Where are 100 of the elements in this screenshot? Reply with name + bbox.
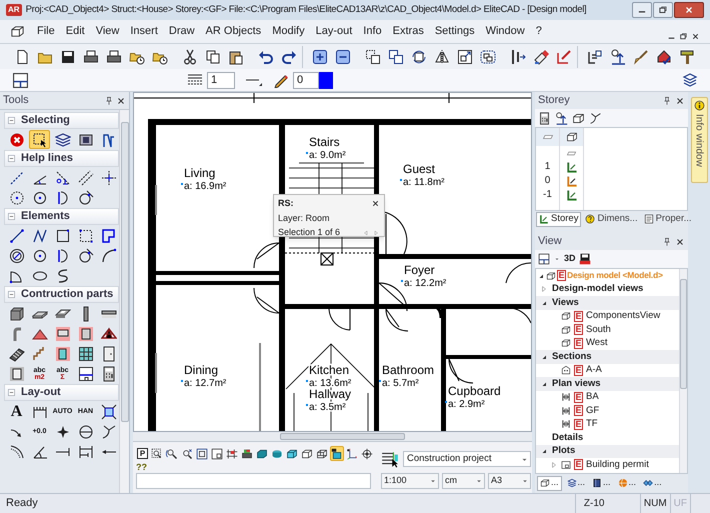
concentric-circles-icon[interactable]	[8, 248, 24, 264]
color-printer-icon[interactable]	[241, 448, 253, 460]
menu-item[interactable]: Edit	[60, 21, 90, 42]
redo-icon[interactable]	[281, 48, 297, 64]
copy-squares-icon[interactable]	[365, 48, 381, 64]
hammer-icon[interactable]	[679, 48, 695, 64]
restore-icon[interactable]	[679, 32, 688, 41]
niche-icon[interactable]	[8, 366, 24, 382]
rotate-icon[interactable]	[411, 48, 427, 64]
branch-icon[interactable]	[100, 424, 116, 440]
tree-item[interactable]: A-A	[586, 363, 602, 378]
scale-dropdown[interactable]: A3	[488, 473, 531, 489]
menu-item[interactable]: ?	[530, 21, 547, 42]
crossing-line-icon[interactable]	[54, 170, 70, 186]
grid-pick-icon[interactable]	[226, 448, 238, 460]
truss-icon[interactable]	[100, 326, 116, 342]
command-list-icon[interactable]	[381, 450, 399, 468]
restore-button[interactable]	[653, 2, 673, 18]
tree-icon[interactable]	[589, 112, 602, 124]
align-icon[interactable]	[510, 48, 526, 64]
view-3d-button[interactable]: 3D	[564, 252, 576, 266]
tangent-circle-icon[interactable]	[78, 248, 94, 264]
square-frame-icon[interactable]	[78, 132, 94, 148]
zoom-window-icon[interactable]	[151, 448, 163, 460]
double-dimension-icon[interactable]	[78, 444, 94, 460]
collapse-icon[interactable]	[7, 116, 16, 125]
cylinder-icon[interactable]	[271, 448, 283, 460]
cancel-icon[interactable]	[8, 132, 24, 148]
section-header[interactable]: Contruction parts	[4, 286, 119, 303]
layers-icon[interactable]	[54, 132, 70, 148]
tree-item[interactable]: TF	[586, 417, 598, 432]
zoom-pan-icon[interactable]	[181, 448, 193, 460]
group-icon[interactable]	[480, 48, 496, 64]
overlap-squares-icon[interactable]	[388, 48, 404, 64]
tangent-circle-icon[interactable]	[78, 190, 94, 206]
outline-cube-icon[interactable]	[301, 448, 313, 460]
cube-icon[interactable]	[286, 448, 298, 460]
pen-corner-icon[interactable]	[556, 48, 572, 64]
storey-pen-icon[interactable]	[555, 112, 568, 124]
section-header[interactable]: Help lines	[4, 150, 119, 167]
storey-icon[interactable]	[566, 189, 578, 201]
frame-select-icon[interactable]	[100, 404, 116, 420]
tree-group[interactable]: Design-model views	[552, 282, 644, 296]
perspective-button[interactable]: P	[137, 448, 148, 459]
menu-item[interactable]: Info	[358, 21, 387, 42]
arc-icon[interactable]	[100, 248, 116, 264]
save-icon[interactable]	[60, 48, 76, 64]
crosshair-icon[interactable]	[100, 170, 116, 186]
panel-tab[interactable]: ...	[641, 476, 664, 490]
close-icon[interactable]	[691, 32, 700, 41]
project-dropdown[interactable]: Construction project	[403, 451, 531, 467]
panel-tab[interactable]: Storey	[536, 212, 582, 226]
circle-icon[interactable]	[32, 248, 48, 264]
solid-box-icon[interactable]	[256, 448, 268, 460]
window-frame-icon[interactable]	[54, 326, 70, 342]
zoom-out-icon[interactable]	[335, 48, 351, 64]
mirror-icon[interactable]	[434, 48, 450, 64]
window-icon[interactable]	[78, 326, 94, 342]
collapse-icon[interactable]	[7, 212, 16, 221]
fit-all-icon[interactable]	[196, 448, 208, 460]
tree-item[interactable]: ComponentsView	[586, 309, 660, 324]
scale-dropdown[interactable]: 1:100	[381, 473, 439, 489]
dotted-rectangle-icon[interactable]	[78, 228, 94, 244]
horizontal-scrollbar[interactable]	[280, 433, 405, 440]
section-header[interactable]: Elements	[4, 208, 119, 225]
tree-group[interactable]: Plots	[552, 444, 576, 458]
grid-window-icon[interactable]	[78, 346, 94, 362]
pin-icon[interactable]	[104, 96, 114, 106]
close-icon[interactable]	[116, 96, 126, 106]
panel-tab[interactable]: ...	[590, 476, 613, 490]
pen-field[interactable]: 0	[293, 72, 319, 88]
upload-icon[interactable]	[610, 48, 626, 64]
house-check-icon[interactable]	[656, 48, 672, 64]
text-tool[interactable]: A	[10, 404, 22, 420]
close-icon[interactable]	[675, 236, 685, 246]
pin-icon[interactable]	[662, 96, 672, 106]
copy-icon[interactable]	[205, 48, 221, 64]
measure-icon[interactable]	[100, 132, 116, 148]
panel-tab[interactable]: ...	[616, 476, 638, 490]
line-type-field[interactable]: 1	[207, 72, 235, 88]
menu-item[interactable]: View	[90, 21, 124, 42]
stair-icon[interactable]	[8, 346, 24, 362]
section-header[interactable]: Lay-out	[4, 384, 119, 401]
expand-arrow-icon[interactable]	[540, 285, 548, 294]
close-icon[interactable]	[371, 199, 380, 208]
plan-view-icon[interactable]	[12, 72, 29, 88]
tree-item[interactable]: Building permit	[586, 458, 649, 472]
storey-table-icon[interactable]	[538, 112, 551, 124]
menu-item[interactable]: AR Objects	[200, 21, 266, 42]
printer-icon[interactable]	[106, 48, 122, 64]
close-button[interactable]	[674, 2, 704, 18]
tree-item[interactable]: BA	[586, 390, 599, 404]
calculator-icon[interactable]	[100, 366, 116, 382]
layers-icon[interactable]	[682, 72, 698, 88]
collapse-icon[interactable]	[7, 388, 16, 397]
arc-dimension-icon[interactable]	[8, 444, 24, 460]
collapse-arrow-icon[interactable]	[540, 447, 548, 456]
menu-item[interactable]: File	[32, 21, 60, 42]
undo-icon[interactable]	[258, 48, 274, 64]
collapse-icon[interactable]	[7, 290, 16, 299]
